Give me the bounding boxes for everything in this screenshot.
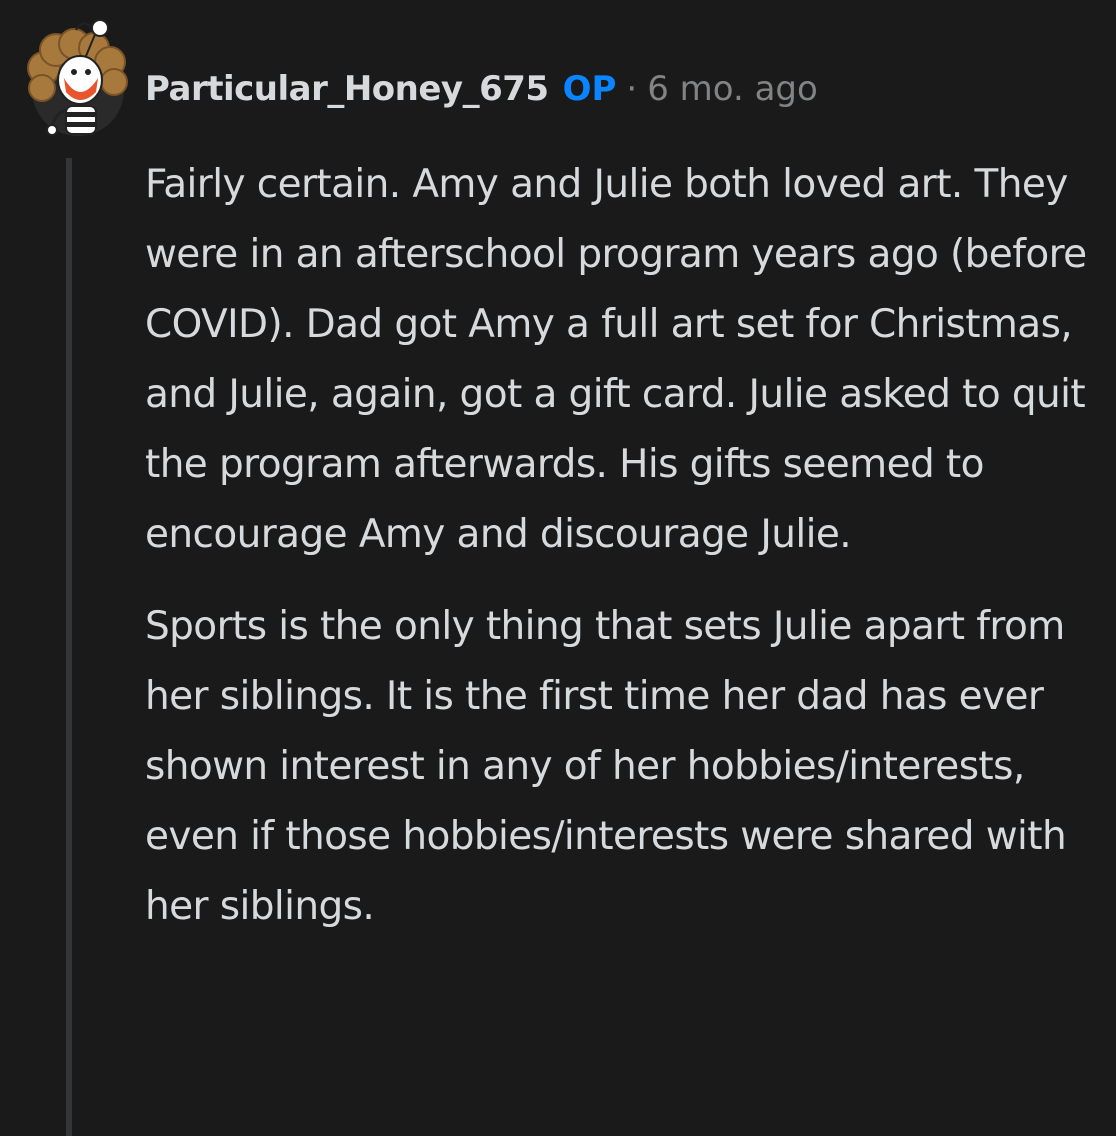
- comment-paragraph: Fairly certain. Amy and Julie both loved…: [145, 162, 1087, 557]
- op-badge: OP: [562, 69, 617, 109]
- comment-timestamp[interactable]: 6 mo. ago: [647, 69, 818, 109]
- comment-meta: Particular_Honey_675 OP · 6 mo. ago: [145, 66, 818, 112]
- user-avatar[interactable]: [16, 10, 136, 140]
- comment-body: Fairly certain. Amy and Julie both loved…: [145, 150, 1105, 964]
- author-name[interactable]: Particular_Honey_675: [145, 69, 549, 109]
- thread-collapse-line[interactable]: [66, 158, 72, 1136]
- meta-separator: ·: [626, 69, 638, 109]
- comment: Particular_Honey_675 OP · 6 mo. ago Fair…: [0, 0, 1116, 1136]
- snoo-avatar-icon: [27, 19, 128, 136]
- comment-paragraph: Sports is the only thing that sets Julie…: [145, 604, 1067, 929]
